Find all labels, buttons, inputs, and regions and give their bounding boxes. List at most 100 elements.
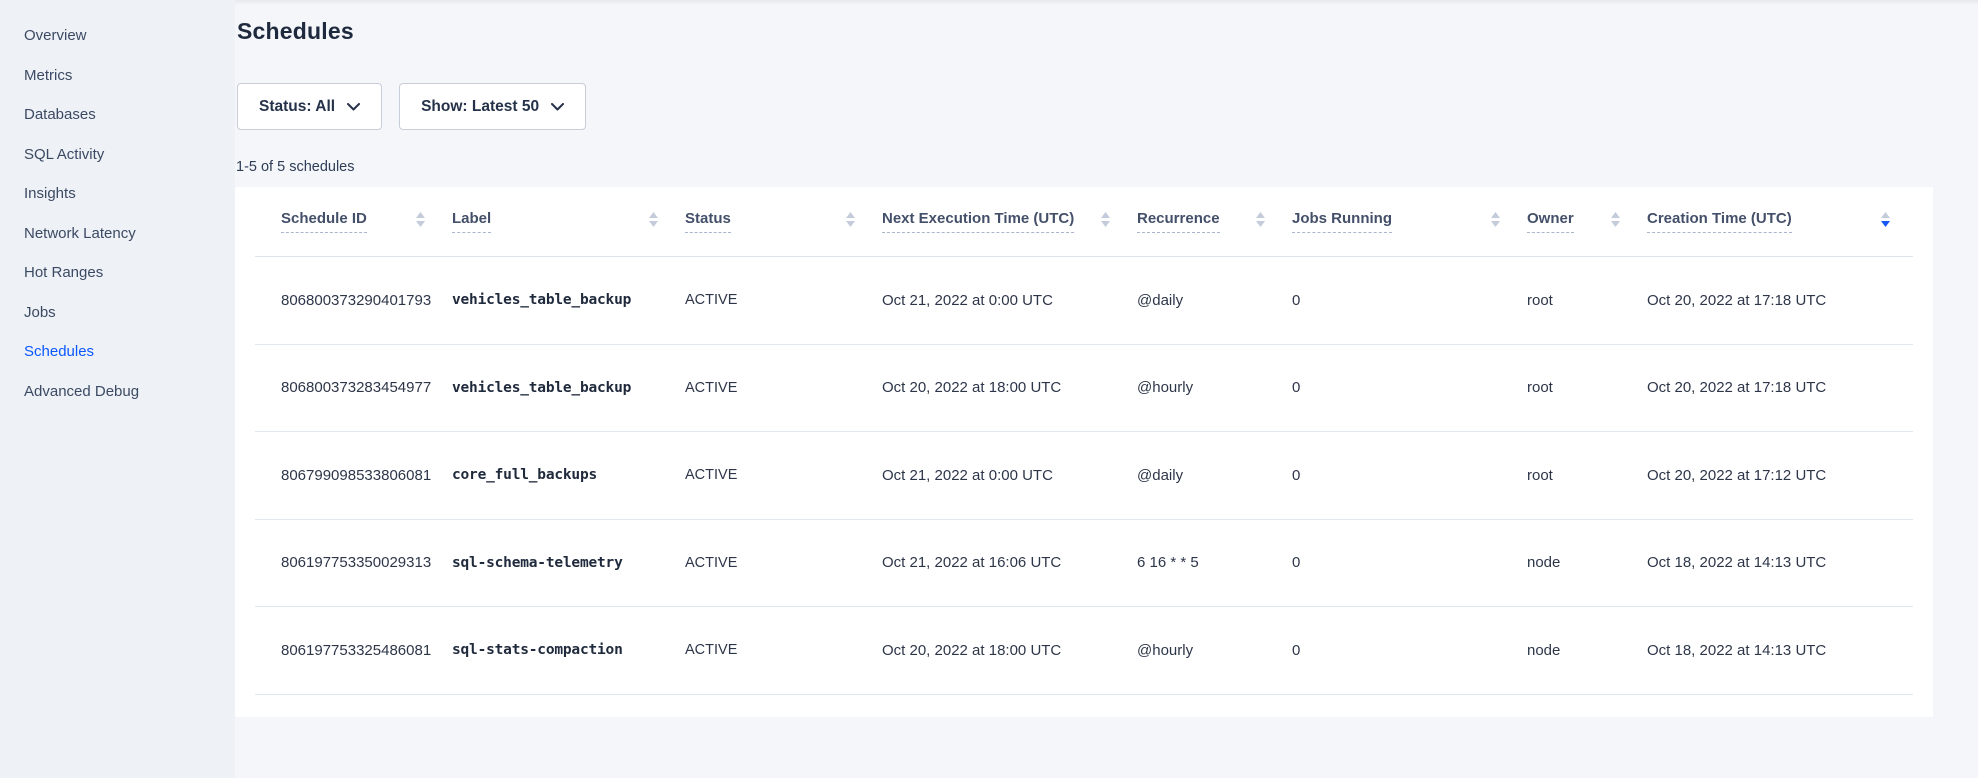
sidebar-item-network-latency[interactable]: Network Latency [0,214,235,254]
cell-creation-time: Oct 20, 2022 at 17:18 UTC [1647,292,1913,309]
show-filter-dropdown[interactable]: Show: Latest 50 [399,83,586,130]
sort-arrows-icon[interactable] [1100,211,1111,233]
cell-owner: root [1527,292,1647,309]
cell-creation-time: Oct 20, 2022 at 17:18 UTC [1647,379,1913,396]
sort-arrows-icon[interactable] [1255,211,1266,233]
cell-creation-time: Oct 18, 2022 at 14:13 UTC [1647,642,1913,659]
sidebar-item-hot-ranges[interactable]: Hot Ranges [0,253,235,293]
cell-recurrence: @hourly [1137,379,1292,396]
status-filter-label: Status: All [259,98,335,116]
cell-next-execution-time: Oct 21, 2022 at 16:06 UTC [882,554,1137,571]
chevron-down-icon [347,103,360,111]
column-header[interactable]: Creation Time (UTC) [1647,187,1913,256]
sidebar-item-label: Databases [24,106,96,123]
sidebar-item-insights[interactable]: Insights [0,174,235,214]
cell-jobs-running: 0 [1292,554,1527,571]
column-header-label: Next Execution Time (UTC) [882,210,1074,233]
cell-next-execution-time: Oct 21, 2022 at 0:00 UTC [882,292,1137,309]
cell-creation-time: Oct 20, 2022 at 17:12 UTC [1647,467,1913,484]
cell-status: ACTIVE [685,642,882,658]
table-body: 806800373290401793 vehicles_table_backup… [235,257,1933,695]
cell-label: sql-stats-compaction [452,642,685,658]
cell-schedule-id: 806800373290401793 [255,292,452,309]
cell-status: ACTIVE [685,380,882,396]
sort-arrows-icon[interactable] [1880,211,1891,233]
show-filter-label: Show: Latest 50 [421,98,539,116]
cell-status: ACTIVE [685,555,882,571]
table-row[interactable]: 806197753325486081 sql-stats-compaction … [255,607,1913,695]
cell-next-execution-time: Oct 20, 2022 at 18:00 UTC [882,642,1137,659]
sort-arrows-icon[interactable] [648,211,659,233]
sidebar-item-label: Network Latency [24,225,136,242]
cell-schedule-id: 806197753325486081 [255,642,452,659]
cell-jobs-running: 0 [1292,379,1527,396]
schedules-table: Schedule ID Label Status Next Execution … [235,187,1933,717]
page-title: Schedules [237,18,354,45]
sort-arrows-icon[interactable] [1490,211,1501,233]
column-header[interactable]: Owner [1527,187,1647,256]
table-header-row: Schedule ID Label Status Next Execution … [255,187,1913,257]
cell-status: ACTIVE [685,292,882,308]
column-header[interactable]: Schedule ID [255,187,452,256]
sidebar-item-label: Metrics [24,67,72,84]
column-header[interactable]: Status [685,187,882,256]
sidebar-item-databases[interactable]: Databases [0,95,235,135]
sidebar-item-label: Hot Ranges [24,264,103,281]
table-row[interactable]: 806197753350029313 sql-schema-telemetry … [255,520,1913,608]
cell-label: vehicles_table_backup [452,292,685,308]
chevron-down-icon [551,103,564,111]
sidebar-item-metrics[interactable]: Metrics [0,56,235,96]
results-count: 1-5 of 5 schedules [236,159,355,175]
cell-recurrence: 6 16 * * 5 [1137,554,1292,571]
cell-owner: node [1527,642,1647,659]
column-header-label: Jobs Running [1292,210,1392,233]
cell-jobs-running: 0 [1292,292,1527,309]
sidebar-item-label: Advanced Debug [24,383,139,400]
sidebar-item-schedules[interactable]: Schedules [0,332,235,372]
column-header-label: Schedule ID [281,210,367,233]
sort-arrows-icon[interactable] [845,211,856,233]
column-header-label: Owner [1527,210,1574,233]
cell-label: core_full_backups [452,467,685,483]
column-header[interactable]: Jobs Running [1292,187,1527,256]
sidebar-item-label: Schedules [24,343,94,360]
cell-recurrence: @hourly [1137,642,1292,659]
table-row[interactable]: 806800373290401793 vehicles_table_backup… [255,257,1913,345]
cell-jobs-running: 0 [1292,467,1527,484]
main-content: Schedules Status: All Show: Latest 50 1-… [235,0,1978,778]
cell-schedule-id: 806197753350029313 [255,554,452,571]
column-header[interactable]: Next Execution Time (UTC) [882,187,1137,256]
cell-jobs-running: 0 [1292,642,1527,659]
cell-owner: root [1527,379,1647,396]
cell-next-execution-time: Oct 20, 2022 at 18:00 UTC [882,379,1137,396]
cell-next-execution-time: Oct 21, 2022 at 0:00 UTC [882,467,1137,484]
cell-recurrence: @daily [1137,467,1292,484]
table-row[interactable]: 806800373283454977 vehicles_table_backup… [255,345,1913,433]
sidebar-item-jobs[interactable]: Jobs [0,293,235,333]
column-header-label: Status [685,210,731,233]
column-header[interactable]: Label [452,187,685,256]
cell-recurrence: @daily [1137,292,1292,309]
column-header-label: Label [452,210,491,233]
sidebar-item-label: Insights [24,185,76,202]
table-row[interactable]: 806799098533806081 core_full_backups ACT… [255,432,1913,520]
sidebar-item-overview[interactable]: Overview [0,16,235,56]
sidebar-item-label: SQL Activity [24,146,104,163]
sidebar-item-sql-activity[interactable]: SQL Activity [0,135,235,175]
cell-schedule-id: 806800373283454977 [255,379,452,396]
cell-creation-time: Oct 18, 2022 at 14:13 UTC [1647,554,1913,571]
cell-status: ACTIVE [685,467,882,483]
status-filter-dropdown[interactable]: Status: All [237,83,382,130]
column-header-label: Recurrence [1137,210,1220,233]
sort-arrows-icon[interactable] [415,211,426,233]
sidebar-item-advanced-debug[interactable]: Advanced Debug [0,372,235,412]
sidebar-nav: Overview Metrics Databases SQL Activity … [0,0,235,778]
cell-label: sql-schema-telemetry [452,555,685,571]
cell-owner: root [1527,467,1647,484]
sort-arrows-icon[interactable] [1610,211,1621,233]
column-header[interactable]: Recurrence [1137,187,1292,256]
cell-label: vehicles_table_backup [452,380,685,396]
cell-owner: node [1527,554,1647,571]
sidebar-item-label: Jobs [24,304,56,321]
cell-schedule-id: 806799098533806081 [255,467,452,484]
